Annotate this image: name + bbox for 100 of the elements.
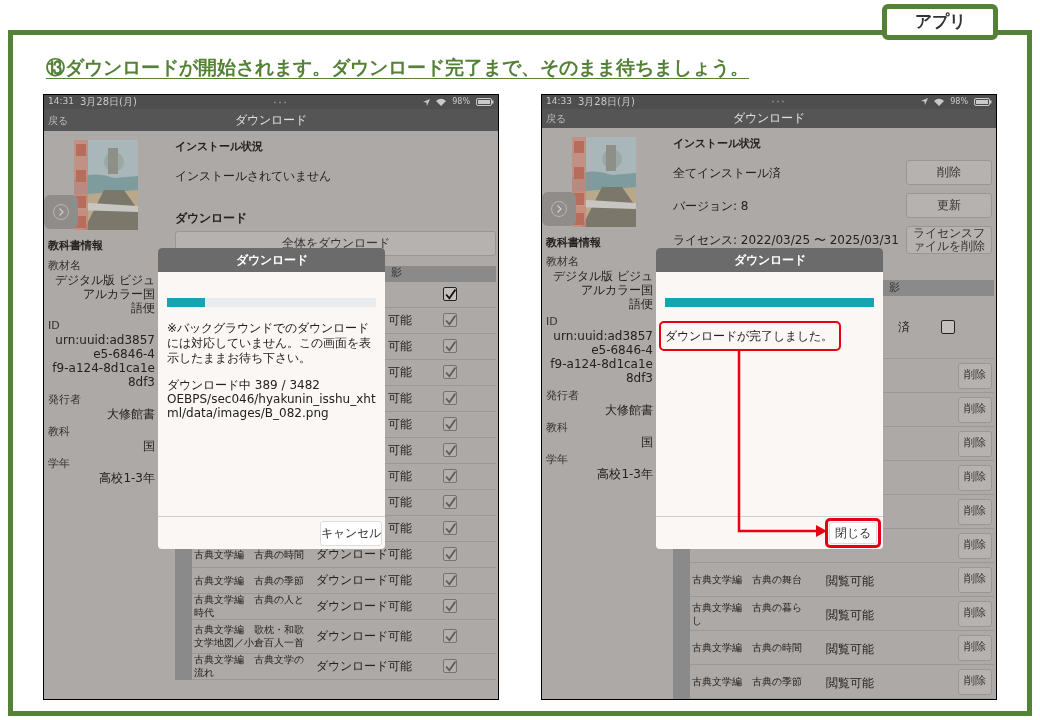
section-title: ダウンロード [175,209,248,227]
delete-button[interactable]: 削除 [958,498,992,525]
table-cell-text: 可能 [388,468,412,485]
field-value: 語便 [130,300,155,315]
table-cell: 閲覧可能 [826,641,874,656]
location-icon [423,98,431,106]
table-cell-text: 可能 [388,312,412,329]
delete-button[interactable]: 削除 [958,532,992,559]
field-value: 大修館書 [604,403,653,417]
field-label: 教科 [48,424,71,439]
install-status-text: ライセンス: 2022/03/25 〜 2025/03/31 [673,233,899,247]
section-title: インストール状況 [673,135,762,152]
delete-button[interactable]: 削除 [958,634,992,661]
table-cell-text: 可能 [388,442,412,459]
install-status-text: 全てインストール済 [673,165,781,180]
delete-button[interactable]: 削除 [958,600,992,627]
delete-button[interactable]: 削除 [958,566,992,593]
checkbox[interactable] [941,320,955,334]
table-cell: 閲覧可能 [826,607,874,622]
table-cell-text: 可能 [388,364,412,381]
table-cell-text: 古典文学編 古典の季節 [194,573,305,587]
field-value: デジタル版 ビジュアルカラー国 [54,272,155,301]
chevron-right-icon [53,204,69,220]
table-cell-text: 古典文学編 歌枕・和歌文学地図／小倉百人一首 [194,623,305,649]
table-cell-text: 古典文学編 古典の暮らし [692,600,803,627]
field-label: 教材名 [48,258,82,273]
checkbox[interactable] [443,287,457,301]
column-header: 影 [391,265,402,282]
install-status-text: バージョン: 8 [673,198,749,213]
install-action-button[interactable]: 削除 [906,160,992,185]
back-button[interactable]: 戻る [546,110,566,126]
column-header: 影 [889,279,900,296]
field-label: 教科 [546,421,569,435]
battery-icon [974,97,992,106]
table-cell-text: 古典文学編 古典の時間 [194,547,305,561]
section-title: 教科書情報 [48,238,104,254]
field-label: 発行者 [48,392,82,407]
message-text: ダウンロードが完了しました。 [665,328,833,345]
field-value: 語便 [628,297,653,311]
wifi-icon [934,97,945,106]
table-cell-text: 古典文学編 古典の季節 [692,675,803,688]
dialog-title: ダウンロード [158,248,385,272]
table-cell: 閲覧可能 [826,573,874,588]
field-label: 学年 [546,453,569,467]
battery-icon [476,98,494,106]
install-action-button[interactable]: ライセンスファイルを削除 [906,226,992,254]
field-label: ID [546,315,559,329]
chevron-right-icon [551,200,567,217]
delete-button[interactable]: 削除 [958,668,992,695]
more-icon [771,100,785,104]
message-text: ※バックグラウンドでのダウンロードには対応していません。この画面を表示したままお待ち下さい。 [167,321,372,366]
status-time: 14:33 [546,95,572,108]
table-cell-text: 可能 [388,390,412,407]
field-value: f9-a124-8d1ca1e8df3 [51,360,155,389]
table-cell-text: ダウンロード可能 [316,546,412,563]
field-value: 高校1-3年 [596,467,653,481]
progress-text: OEBPS/sec046/hyakunin_isshu_xhtml/data/images/B_082.png [167,392,376,420]
nav-title: ダウンロード [733,110,805,127]
wifi-icon [436,98,447,106]
field-value: f9-a124-8d1ca1e8df3 [549,357,653,385]
location-icon [921,98,929,106]
cancel-button[interactable]: キャンセル [320,520,382,546]
table-cell-text: 可能 [388,494,412,511]
field-label: 発行者 [546,389,580,403]
field-label: 学年 [48,456,71,471]
field-value: 国 [640,435,653,449]
table-cell-text: ダウンロード可能 [316,628,412,645]
field-label: ID [48,318,61,333]
back-button[interactable]: 戻る [48,112,68,128]
field-value: 高校1-3年 [98,470,155,485]
table-cell-text: 古典文学編 古典の舞台 [692,573,803,586]
nav-title: ダウンロード [235,112,307,129]
field-value: 大修館書 [106,406,155,421]
table-cell-text: ダウンロード可能 [316,598,412,615]
install-status-text: インストールされていません [175,169,331,183]
table-cell-text: ダウンロード可能 [316,572,412,589]
delete-button[interactable]: 削除 [958,396,992,423]
table-cell-text: 可能 [388,338,412,355]
table-cell-text: 古典文学編 古典の時間 [692,641,803,654]
status-time: 14:31 [48,95,74,109]
status-date: 3月28日(月) [79,96,137,108]
progress-text: ダウンロード中 389 / 3482 [167,378,321,392]
status-date: 3月28日(月) [577,95,635,108]
delete-button[interactable]: 削除 [958,464,992,491]
section-title: 教科書情報 [546,234,602,251]
install-action-button[interactable]: 更新 [906,193,992,218]
field-value: 国 [142,438,155,453]
table-cell: 閲覧可能 [826,675,874,690]
close-button[interactable]: 閉じる [829,522,877,544]
section-title: インストール状況 [175,139,264,155]
step-heading: ⑬ダウンロードが開始されます。ダウンロード完了まで、そのまま待ちましょう。 [46,56,749,78]
delete-button[interactable]: 削除 [958,362,992,389]
battery-percent: 98% [452,96,470,108]
table-cell-text: 古典文学編 古典の人と時代 [194,593,305,619]
table-cell-text: 済 [898,319,910,336]
table-cell-text: 可能 [388,416,412,433]
table-cell-text: 古典文学編 古典文学の流れ [194,653,305,679]
table-cell-text: 可能 [388,520,412,537]
delete-button[interactable]: 削除 [958,430,992,457]
field-value: デジタル版 ビジュアルカラー国 [552,269,653,297]
